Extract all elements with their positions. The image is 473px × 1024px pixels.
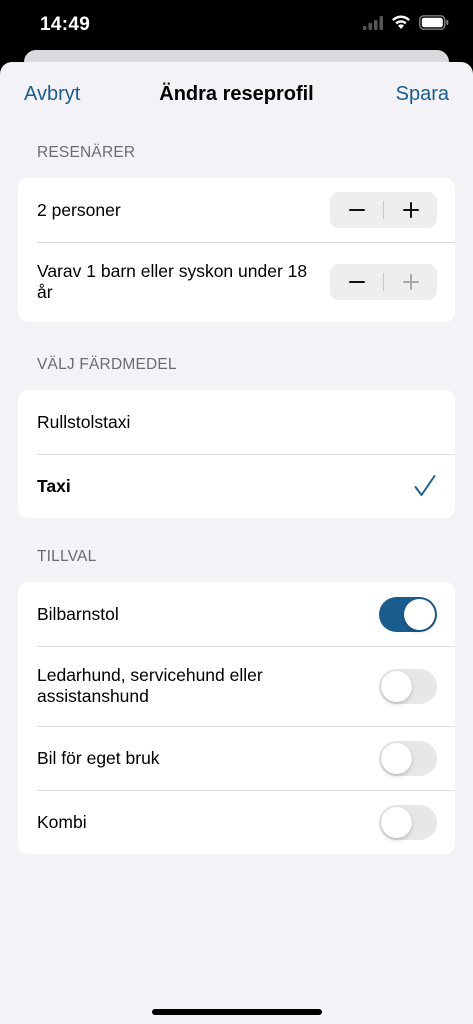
extras-group: Bilbarnstol Ledarhund, servicehund eller… — [18, 582, 455, 854]
minus-icon — [348, 209, 365, 211]
transport-option-label: Taxi — [37, 475, 71, 496]
transport-option-rullstolstaxi[interactable]: Rullstolstaxi — [18, 390, 455, 454]
plus-icon — [402, 202, 419, 218]
toggle-knob — [381, 742, 412, 774]
extra-label: Kombi — [37, 811, 87, 832]
checkmark-icon — [414, 475, 436, 496]
extra-label: Ledarhund, servicehund eller assistanshu… — [37, 665, 263, 706]
section-header-transport: VÄLJ FÄRDMEDEL — [37, 356, 177, 373]
section-header-travelers: RESENÄRER — [37, 144, 136, 161]
toggle-knob — [381, 806, 412, 838]
status-time: 14:49 — [40, 14, 91, 35]
kombi-toggle[interactable] — [379, 804, 437, 840]
children-count-stepper — [330, 264, 437, 300]
minus-icon — [348, 281, 365, 283]
extra-label: Bil för eget bruk — [37, 747, 160, 768]
status-bar: 14:49 — [0, 0, 473, 50]
extra-label: Bilbarnstol — [37, 603, 119, 624]
transport-option-label: Rullstolstaxi — [37, 411, 131, 432]
travelers-count-stepper — [330, 192, 437, 228]
children-count-row: Varav 1 barn eller syskon under 18 år — [18, 242, 455, 322]
travelers-decrement-button[interactable] — [330, 192, 383, 228]
wifi-icon — [391, 15, 411, 35]
signal-icon — [363, 15, 383, 35]
extra-row-bilbarnstol: Bilbarnstol — [18, 582, 455, 646]
travelers-count-row: 2 personer — [18, 178, 455, 242]
transport-group: Rullstolstaxi Taxi — [18, 390, 455, 518]
toggle-knob — [381, 670, 412, 702]
travelers-increment-button[interactable] — [384, 192, 437, 228]
extra-row-eget-bruk: Bil för eget bruk — [18, 726, 455, 790]
children-count-label: Varav 1 barn eller syskon under 18 år — [37, 261, 308, 302]
children-decrement-button[interactable] — [330, 264, 383, 300]
travelers-count-label: 2 personer — [37, 199, 121, 220]
home-indicator — [152, 1009, 322, 1015]
battery-icon — [419, 15, 449, 35]
travelers-group: 2 personer Varav 1 barn eller syskon und… — [18, 178, 455, 322]
children-increment-button[interactable] — [384, 264, 437, 300]
screen: 14:49 Avbryt Ändra reseprofil Spara RESE… — [0, 0, 473, 1024]
section-header-extras: TILLVAL — [37, 548, 97, 565]
save-button[interactable]: Spara — [396, 83, 449, 106]
eget-bruk-toggle[interactable] — [379, 740, 437, 776]
transport-option-taxi[interactable]: Taxi — [18, 454, 455, 518]
extra-row-ledarhund: Ledarhund, servicehund eller assistanshu… — [18, 646, 455, 726]
extra-row-kombi: Kombi — [18, 790, 455, 854]
plus-icon — [402, 274, 419, 290]
bilbarnstol-toggle[interactable] — [379, 596, 437, 632]
navigation-bar: Avbryt Ändra reseprofil Spara — [0, 62, 473, 128]
edit-profile-sheet: Avbryt Ändra reseprofil Spara RESENÄRER … — [0, 62, 473, 1024]
toggle-knob — [404, 598, 435, 630]
ledarhund-toggle[interactable] — [379, 668, 437, 704]
status-icons — [363, 15, 449, 35]
